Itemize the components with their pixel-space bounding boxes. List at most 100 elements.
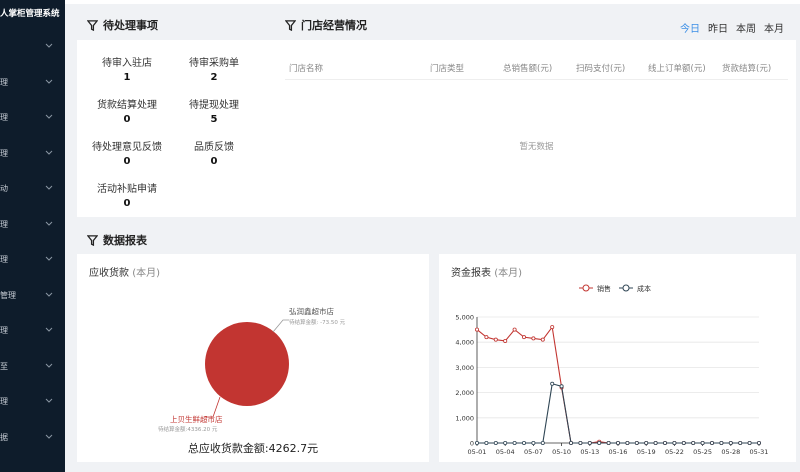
- y-tick-label: 3,000: [455, 364, 474, 372]
- slice-label: 弘润鑫超市店: [289, 306, 334, 316]
- sidebar: 人掌柜管理系统 理理理动理理管理理至理据: [0, 0, 65, 472]
- chevron-down-icon: [45, 434, 53, 439]
- app-title: 人掌柜管理系统: [0, 9, 60, 19]
- todo-item[interactable]: 待审入驻店 1: [82, 54, 172, 83]
- sidebar-item[interactable]: 理: [0, 391, 65, 415]
- data-point[interactable]: [700, 440, 705, 445]
- data-point[interactable]: [503, 440, 508, 445]
- todo-item[interactable]: 待审采购单 2: [169, 54, 259, 83]
- data-point[interactable]: [597, 440, 602, 445]
- sidebar-item[interactable]: 管理: [0, 285, 65, 309]
- data-point[interactable]: [756, 440, 761, 445]
- sidebar-item[interactable]: 理: [0, 249, 65, 273]
- legend-label[interactable]: 销售: [597, 284, 611, 293]
- data-point[interactable]: [512, 327, 517, 332]
- chevron-down-icon: [45, 327, 53, 332]
- data-point[interactable]: [475, 440, 480, 445]
- data-point[interactable]: [475, 327, 480, 332]
- data-point[interactable]: [653, 440, 658, 445]
- data-point[interactable]: [531, 440, 536, 445]
- data-point[interactable]: [484, 440, 489, 445]
- tab-today[interactable]: 今日: [680, 20, 700, 35]
- y-tick-label: 4,000: [455, 339, 474, 347]
- chevron-down-icon: [45, 79, 53, 84]
- sidebar-item[interactable]: 理: [0, 214, 65, 238]
- x-tick-label: 05-07: [524, 448, 543, 456]
- data-point[interactable]: [522, 335, 527, 340]
- chevron-down-icon: [45, 221, 53, 226]
- tab-this-month[interactable]: 本月: [764, 20, 784, 35]
- data-point[interactable]: [531, 336, 536, 341]
- data-point[interactable]: [625, 440, 630, 445]
- column-header[interactable]: 门店类型: [430, 62, 464, 74]
- data-point[interactable]: [634, 440, 639, 445]
- data-point[interactable]: [709, 440, 714, 445]
- filter-icon: [87, 234, 98, 246]
- data-point[interactable]: [578, 440, 583, 445]
- sidebar-item[interactable]: 动: [0, 178, 65, 202]
- data-point[interactable]: [568, 440, 573, 445]
- data-point[interactable]: [550, 381, 555, 386]
- sidebar-item[interactable]: 理: [0, 72, 65, 96]
- chevron-down-icon: [45, 363, 53, 368]
- data-point[interactable]: [728, 440, 733, 445]
- column-header[interactable]: 货款结算(元): [722, 62, 771, 74]
- data-point[interactable]: [493, 337, 498, 342]
- sidebar-item[interactable]: [0, 36, 65, 60]
- pie-chart: 弘润鑫超市店 待结算金额: -73.50 元 上贝生鲜超市店 待结算金额:433…: [158, 306, 346, 433]
- column-header[interactable]: 总销售额(元): [503, 62, 552, 74]
- tab-yesterday[interactable]: 昨日: [708, 20, 728, 35]
- chevron-down-icon: [45, 185, 53, 190]
- top-strip: [65, 0, 800, 4]
- sidebar-item[interactable]: 理: [0, 107, 65, 131]
- chevron-down-icon: [45, 256, 53, 261]
- data-point[interactable]: [615, 440, 620, 445]
- y-tick-label: 0: [470, 440, 474, 448]
- todo-item[interactable]: 品质反馈 0: [169, 138, 259, 167]
- data-point[interactable]: [606, 440, 611, 445]
- column-header[interactable]: 门店名称: [289, 62, 323, 74]
- data-point[interactable]: [681, 440, 686, 445]
- column-header[interactable]: 线上订单额(元): [648, 62, 706, 74]
- sidebar-item-label: 理: [0, 255, 8, 264]
- series-line: [476, 325, 759, 444]
- sidebar-item-label: 理: [0, 113, 8, 122]
- data-point[interactable]: [493, 440, 498, 445]
- main-content: 待处理事项 待审入驻店 1 待审采购单 2 货款结算处理 0 待提现处理 5 待处理意见…: [65, 0, 800, 472]
- sidebar-item-label: 理: [0, 148, 8, 158]
- data-point[interactable]: [540, 440, 545, 445]
- column-header[interactable]: 扫码支付(元): [576, 62, 625, 74]
- data-point[interactable]: [662, 440, 667, 445]
- y-tick-label: 5,000: [455, 314, 474, 322]
- legend-label[interactable]: 成本: [637, 284, 651, 293]
- data-point[interactable]: [672, 440, 677, 445]
- filter-icon: [87, 19, 98, 31]
- store-section-title: 门店经营情况: [285, 17, 367, 33]
- sidebar-item[interactable]: 理: [0, 143, 65, 167]
- pie-slice[interactable]: [205, 322, 289, 406]
- data-point[interactable]: [587, 440, 592, 445]
- data-point[interactable]: [550, 325, 555, 330]
- tab-this-week[interactable]: 本周: [736, 20, 756, 35]
- data-point[interactable]: [738, 440, 743, 445]
- todo-item[interactable]: 待处理意见反馈 0: [82, 138, 172, 167]
- data-point[interactable]: [747, 440, 752, 445]
- todo-item[interactable]: 活动补贴申请 0: [82, 180, 172, 209]
- data-point[interactable]: [512, 440, 517, 445]
- data-point[interactable]: [644, 440, 649, 445]
- sidebar-item[interactable]: 至: [0, 356, 65, 380]
- x-tick-label: 05-04: [496, 448, 515, 456]
- data-point[interactable]: [540, 337, 545, 342]
- data-point[interactable]: [719, 440, 724, 445]
- data-point[interactable]: [691, 440, 696, 445]
- data-point[interactable]: [522, 440, 527, 445]
- sidebar-item[interactable]: 理: [0, 320, 65, 344]
- label-line: [205, 396, 221, 418]
- data-point[interactable]: [503, 338, 508, 343]
- store-panel: 门店名称 门店类型 总销售额(元) 扫码支付(元) 线上订单额(元) 货款结算(…: [277, 40, 796, 217]
- todo-item[interactable]: 货款结算处理 0: [82, 96, 172, 125]
- data-point[interactable]: [559, 384, 564, 389]
- sidebar-item[interactable]: 据: [0, 427, 65, 451]
- data-point[interactable]: [484, 335, 489, 340]
- todo-item[interactable]: 待提现处理 5: [169, 96, 259, 125]
